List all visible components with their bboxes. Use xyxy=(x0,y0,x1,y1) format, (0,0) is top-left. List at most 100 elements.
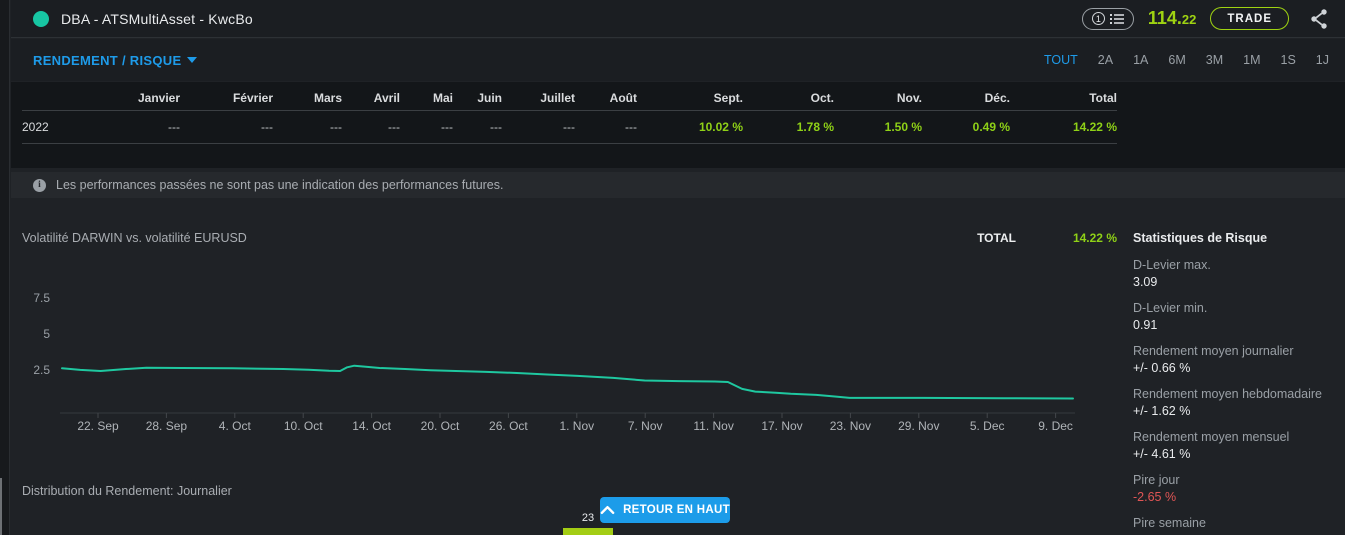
quote-price: 114. 22 xyxy=(1148,8,1197,29)
x-tick-20-oct: 20. Oct xyxy=(420,419,460,433)
volatility-chart xyxy=(60,364,1075,418)
cell-Mars: --- xyxy=(273,110,342,144)
x-tick-9-dec: 9. Dec xyxy=(1038,419,1073,433)
cell-Janvier: --- xyxy=(82,110,180,144)
header-bar: DBA - ATSMultiAsset - KwcBo 1 114. 22 TR… xyxy=(11,0,1345,38)
stat-label: Rendement moyen hebdomadaire xyxy=(1133,387,1323,401)
stat-label: Rendement moyen journalier xyxy=(1133,344,1294,358)
cell-Août: --- xyxy=(575,110,637,144)
stat-label: Pire jour xyxy=(1133,473,1180,487)
table-row: 2022 --- --- --- --- --- --- --- --- 10.02 % 1.78 … xyxy=(22,110,1117,144)
cell-Déc.: 0.49 % xyxy=(922,110,1010,144)
stat-label: Pire semaine xyxy=(1133,516,1206,530)
period-1a[interactable]: 1A xyxy=(1133,53,1148,67)
page-title: DBA - ATSMultiAsset - KwcBo xyxy=(61,10,253,27)
quote-price-decimals: 22 xyxy=(1181,12,1197,27)
stat-value: +/- 4.61 % xyxy=(1133,447,1191,461)
period-1m[interactable]: 1M xyxy=(1243,53,1260,67)
info-icon: i xyxy=(33,178,46,192)
table-header-row: Janvier Février Mars Avril Mai Juin Juillet Aoû… xyxy=(22,86,1117,111)
x-tick-7-nov: 7. Nov xyxy=(627,419,663,433)
col-header-Mars: Mars xyxy=(273,86,342,111)
risk-stats-panel: Statistiques de Risque D-Levier max. 3.09… xyxy=(1133,231,1338,535)
stat-label: Rendement moyen mensuel xyxy=(1133,430,1290,444)
trade-button[interactable]: TRADE xyxy=(1210,7,1289,30)
cell-Avril: --- xyxy=(342,110,400,144)
risk-stats-title: Statistiques de Risque xyxy=(1133,231,1268,245)
stat-value: 3.09 xyxy=(1133,275,1158,289)
period-1j[interactable]: 1J xyxy=(1316,53,1329,67)
period-3m[interactable]: 3M xyxy=(1206,53,1223,67)
stat-item: Rendement moyen mensuel +/- 4.61 % xyxy=(1133,429,1338,463)
y-tick-2-5: 2.5 xyxy=(33,363,50,377)
back-to-top-button[interactable]: RETOUR EN HAUT xyxy=(600,497,730,523)
performance-table: Janvier Février Mars Avril Mai Juin Juillet Aoû… xyxy=(22,86,1117,144)
col-header-Nov.: Nov. xyxy=(834,86,922,111)
col-header-Total: Total xyxy=(1010,86,1117,111)
x-tick-22-sep: 22. Sep xyxy=(77,419,119,433)
quote-price-main: 114. xyxy=(1147,8,1182,28)
total-value: 14.22 % xyxy=(1072,231,1117,245)
cell-Mai: --- xyxy=(400,110,453,144)
cell-Février: --- xyxy=(180,110,273,144)
stat-item: Rendement moyen journalier +/- 0.66 % xyxy=(1133,343,1338,377)
x-tick-29-nov: 29. Nov xyxy=(898,419,940,433)
cell-Sept.: 10.02 % xyxy=(637,110,743,144)
cell-Total: 14.22 % xyxy=(1010,110,1117,144)
chart-title: Volatilité DARWIN vs. volatilité EURUSD xyxy=(22,231,247,245)
performance-table-band: Janvier Février Mars Avril Mai Juin Juillet Aoû… xyxy=(11,82,1345,245)
risk-stats-list: D-Levier max. 3.09 D-Levier min. 0.91 Rendem… xyxy=(1133,257,1338,535)
period-1s[interactable]: 1S xyxy=(1281,53,1296,67)
x-tick-28-sep: 28. Sep xyxy=(145,419,188,433)
x-tick-1-nov: 1. Nov xyxy=(559,419,595,433)
col-header-Déc.: Déc. xyxy=(922,86,1010,111)
disclaimer-bar: i Les performances passées ne sont pas u… xyxy=(11,172,1345,198)
total-label: TOTAL xyxy=(977,231,1016,245)
x-tick-4-oct: 4. Oct xyxy=(218,419,251,433)
chevron-down-icon xyxy=(187,57,198,63)
cell-Nov.: 1.50 % xyxy=(834,110,922,144)
section-nav-bar: RENDEMENT / RISQUE TOUT 2A 1A 6M 3M 1M 1S 1J xyxy=(11,39,1345,81)
watchlist-count-badge: 1 xyxy=(1091,12,1105,25)
stat-value: 0.91 xyxy=(1133,318,1158,332)
cell-Juin: --- xyxy=(453,110,502,144)
x-tick-11-nov: 11. Nov xyxy=(693,419,734,433)
period-6m[interactable]: 6M xyxy=(1168,53,1185,67)
volatility-line-series xyxy=(61,364,1074,400)
col-header-Mai: Mai xyxy=(400,86,453,111)
row-year: 2022 xyxy=(22,110,82,144)
scrollbar[interactable] xyxy=(0,478,2,535)
chevron-up-icon xyxy=(600,505,615,515)
darwin-status-dot xyxy=(33,10,49,27)
col-header-Janvier: Janvier xyxy=(82,86,180,111)
x-tick-14-oct: 14. Oct xyxy=(352,419,391,433)
watchlist-button[interactable]: 1 xyxy=(1081,7,1134,30)
period-2a[interactable]: 2A xyxy=(1098,53,1113,67)
section-dropdown[interactable]: RENDEMENT / RISQUE xyxy=(33,52,198,68)
stat-label: D-Levier max. xyxy=(1133,258,1211,272)
col-header-Août: Août xyxy=(575,86,637,111)
x-tick-23-nov: 23. Nov xyxy=(829,419,872,433)
stat-item: Pire semaine-4.33 % xyxy=(1133,515,1338,535)
period-list: TOUT 2A 1A 6M 3M 1M 1S 1J xyxy=(1044,53,1345,67)
col-header-Sept.: Sept. xyxy=(637,86,743,111)
x-tick-10-oct: 10. Oct xyxy=(283,419,323,433)
cell-Juillet: --- xyxy=(502,110,575,144)
x-axis-labels: 22. Sep 28. Sep 4. Oct 10. Oct 14. Oct 20. Oc… xyxy=(60,419,1075,433)
section-dropdown-label: RENDEMENT / RISQUE xyxy=(33,52,182,68)
stat-item: D-Levier max. 3.09 xyxy=(1133,257,1338,291)
cell-Oct.: 1.78 % xyxy=(743,110,834,144)
list-icon xyxy=(1109,13,1124,24)
y-tick-5: 5 xyxy=(43,327,50,341)
period-tout[interactable]: TOUT xyxy=(1044,53,1078,67)
share-icon[interactable] xyxy=(1309,8,1329,30)
stat-value: +/- 0.66 % xyxy=(1133,361,1191,375)
stat-label: D-Levier min. xyxy=(1133,301,1208,315)
y-tick-7-5: 7.5 xyxy=(33,291,50,305)
stat-value: +/- 1.62 % xyxy=(1133,404,1191,418)
distribution-bar xyxy=(563,528,613,535)
col-header-Juin: Juin xyxy=(453,86,502,111)
col-header-year xyxy=(22,86,82,111)
col-header-Février: Février xyxy=(180,86,273,111)
back-to-top-label: RETOUR EN HAUT xyxy=(623,504,730,516)
